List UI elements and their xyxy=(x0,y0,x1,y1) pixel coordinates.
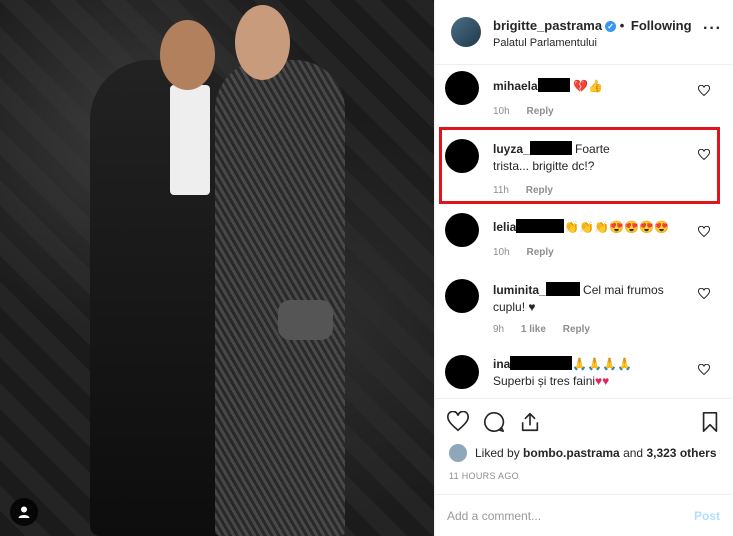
comment-like-count[interactable]: 1 like xyxy=(521,324,546,335)
redaction-bar xyxy=(545,282,580,296)
likes-summary: Liked by bombo.pastrama and 3,323 others xyxy=(449,444,717,462)
comment-emoji: 👏👏👏😍😍😍😍 xyxy=(564,220,669,234)
comment-time: 10h xyxy=(493,247,510,258)
comment-time: 9h xyxy=(493,324,505,335)
redaction-bar xyxy=(510,356,573,370)
add-comment-bar: Post xyxy=(435,494,733,536)
comment-body: luminita_ Cel mai frumos cuplu! ♥ xyxy=(493,282,673,316)
man-head xyxy=(160,20,215,90)
author-username[interactable]: brigitte_pastrama xyxy=(493,18,602,33)
comment-like-icon[interactable] xyxy=(697,225,711,238)
reply-button[interactable]: Reply xyxy=(526,106,553,117)
comment-icon[interactable] xyxy=(483,411,505,433)
comments-list[interactable]: mihaela 💔👍 10h Reply luyza_ Foarte trist… xyxy=(435,65,733,398)
author-line: brigitte_pastrama ✓ • Following xyxy=(493,18,692,33)
comment-body: lelia 👏👏👏😍😍😍😍 xyxy=(493,219,723,236)
user-icon xyxy=(18,506,30,518)
redaction-bar xyxy=(516,219,565,233)
clutch-bag xyxy=(278,300,333,340)
post-location[interactable]: Palatul Parlamentului xyxy=(493,37,597,49)
comment-like-icon[interactable] xyxy=(697,287,711,300)
shirt-figure xyxy=(170,85,210,195)
redaction-bar xyxy=(537,78,570,92)
post-timestamp[interactable]: 11 HOURS AGO xyxy=(449,471,519,481)
comment-text: Superbi și tres faini xyxy=(493,374,596,388)
post-side-panel: brigitte_pastrama ✓ • Following Palatul P… xyxy=(434,0,733,536)
post-header: brigitte_pastrama ✓ • Following Palatul P… xyxy=(435,0,733,65)
woman-figure xyxy=(215,60,345,536)
header-separator: • xyxy=(619,18,625,33)
comment-meta: 10h Reply xyxy=(493,106,568,117)
commenter-avatar[interactable] xyxy=(445,71,479,105)
comment-username[interactable]: luminita_ xyxy=(493,283,546,297)
comment-time: 10h xyxy=(493,106,510,117)
likes-prefix: Liked by xyxy=(475,446,520,460)
reply-button[interactable]: Reply xyxy=(563,324,590,335)
commenter-avatar[interactable] xyxy=(445,355,479,389)
comment-username[interactable]: mihaela xyxy=(493,79,538,93)
comment-highlight-box xyxy=(439,127,720,204)
add-comment-input[interactable] xyxy=(447,507,667,525)
commenter-avatar[interactable] xyxy=(445,279,479,313)
tagged-users-button[interactable] xyxy=(10,498,38,526)
comment-emoji-hearts: ♥♥ xyxy=(595,374,610,388)
comment-emoji: 💔👍 xyxy=(573,79,603,93)
comment-like-icon[interactable] xyxy=(697,363,711,376)
verified-badge-icon: ✓ xyxy=(605,21,617,32)
post-photo[interactable] xyxy=(0,0,434,536)
reply-button[interactable]: Reply xyxy=(526,247,553,258)
liker-username[interactable]: bombo.pastrama xyxy=(523,446,620,460)
author-avatar[interactable] xyxy=(451,17,481,47)
following-button[interactable]: Following xyxy=(631,18,692,33)
post-comment-button[interactable]: Post xyxy=(694,509,720,523)
commenter-avatar[interactable] xyxy=(445,213,479,247)
woman-head xyxy=(235,5,290,80)
comment-meta: 9h 1 like Reply xyxy=(493,324,604,335)
more-options-icon[interactable]: ··· xyxy=(703,20,722,38)
comment-meta: 10h Reply xyxy=(493,247,568,258)
post-actions-bar xyxy=(435,398,733,442)
comment-body: ina 🙏🙏🙏🙏 Superbi și tres faini♥♥ xyxy=(493,356,693,390)
share-icon[interactable] xyxy=(519,411,541,433)
comment-like-icon[interactable] xyxy=(697,84,711,97)
comment-body: mihaela 💔👍 xyxy=(493,78,703,95)
comment-emoji: 🙏🙏🙏🙏 xyxy=(572,357,633,371)
heart-icon[interactable] xyxy=(447,410,469,433)
comment-username[interactable]: ina xyxy=(493,357,510,371)
likes-middle: and xyxy=(623,446,644,460)
comment-username[interactable]: lelia xyxy=(493,220,516,234)
liker-avatar[interactable] xyxy=(449,444,467,462)
likes-count[interactable]: 3,323 others xyxy=(646,446,716,460)
bookmark-icon[interactable] xyxy=(699,411,721,433)
